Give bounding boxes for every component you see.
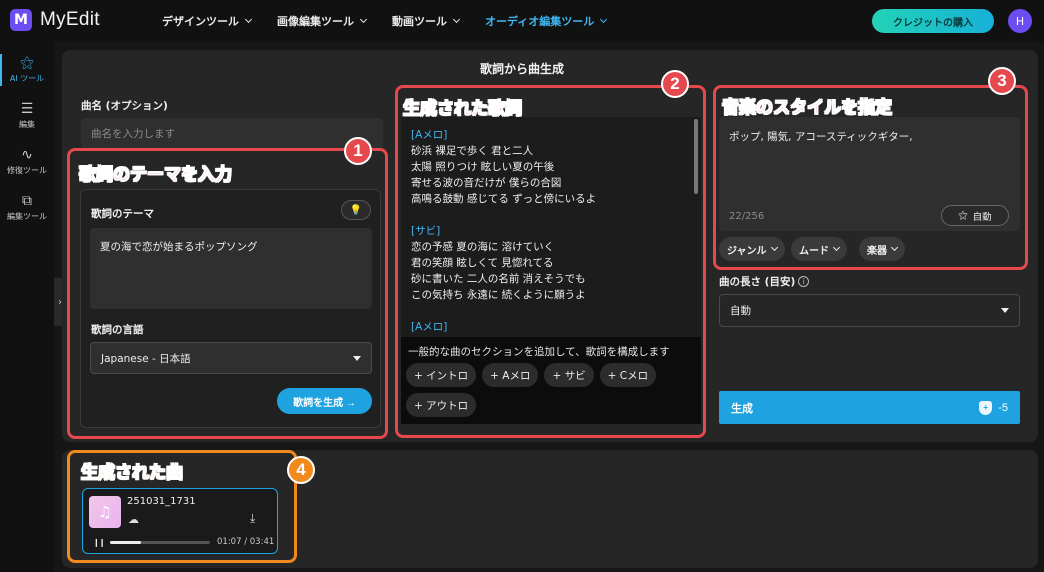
lyrics-theme-label: 歌詞のテーマ [91, 208, 154, 220]
credit-cost: -5 [998, 401, 1008, 414]
add-outro-chip[interactable]: + アウトロ [406, 393, 477, 417]
annotation-badge-2: 2 [661, 70, 689, 98]
add-a-melody-chip[interactable]: + Aメロ [482, 363, 539, 387]
lyrics-language-label: 歌詞の言語 [91, 324, 144, 336]
nav-image-tools[interactable]: 画像編集ツール [277, 13, 368, 29]
playback-progress[interactable] [110, 541, 210, 544]
lightbulb-icon: 💡 [349, 204, 363, 216]
annotation-title-4: 生成された曲 [81, 463, 184, 484]
chevron-down-icon [244, 15, 253, 24]
credit-shield-icon: + [979, 400, 993, 415]
layers-icon: ⧉ [22, 193, 32, 209]
annotation-title-1: 歌詞のテーマを入力 [79, 165, 233, 186]
generated-lyrics-area[interactable]: [Aメロ] 砂浜 裸足で歩く 君と二人 太陽 照りつけ 眩しい夏の午後 寄せる波… [401, 117, 701, 337]
song-title: 251031_1731 [127, 496, 196, 507]
lyrics-section-head: [Aメロ] [411, 129, 448, 141]
top-bar: M MyEdit デザインツール 画像編集ツール 動画ツール オーディオ編集ツー… [0, 0, 1044, 42]
lyrics-line: 太陽 照りつけ 眩しい夏の午後 [411, 161, 555, 173]
download-icon[interactable]: ⤓ [250, 511, 255, 526]
music-style-value: ポップ, 陽気, アコースティックギター, [729, 131, 913, 143]
genre-dropdown[interactable]: ジャンル [719, 237, 785, 261]
add-c-melody-chip[interactable]: + Cメロ [599, 363, 657, 387]
sidebar-item-editing-tools[interactable]: ⧉ 編集ツール [0, 186, 54, 230]
sidebar: ⚝ AI ツール ☰ 編集 ∿ 修復ツール ⧉ 編集ツール [0, 42, 54, 572]
lyrics-language-select[interactable]: Japanese - 日本語 [90, 342, 372, 374]
nav-audio-tools[interactable]: オーディオ編集ツール [485, 13, 608, 29]
playback-progress-fill [110, 541, 141, 544]
sidebar-item-edit[interactable]: ☰ 編集 [0, 94, 54, 138]
annotation-badge-3: 3 [988, 67, 1016, 95]
lyrics-theme-input[interactable]: 夏の海で恋が始まるポップソング [90, 228, 372, 309]
lyrics-section-head: [Aメロ] [411, 321, 448, 333]
section-hint-text: 一般的な曲のセクションを追加して、歌詞を構成します [408, 346, 670, 358]
mood-dropdown[interactable]: ムード [791, 237, 847, 261]
sliders-icon: ☰ [20, 101, 34, 117]
lyrics-line: 君の笑顔 眩しくて 見惚れてる [411, 257, 554, 269]
generate-song-button[interactable]: 生成 + -5 [719, 391, 1020, 424]
song-length-label: 曲の長さ (目安) i [719, 274, 810, 289]
chevron-down-icon [452, 15, 461, 24]
lyrics-scrollbar[interactable] [694, 119, 698, 194]
generate-lyrics-button[interactable]: 歌詞を生成 → [277, 388, 372, 414]
playback-time: 01:07 / 03:41 [217, 537, 275, 547]
chevron-down-icon [770, 243, 778, 252]
music-note-icon: ♫ [89, 496, 121, 528]
magic-wand-icon: ⚝ [958, 210, 968, 221]
logo[interactable]: M MyEdit [10, 9, 100, 31]
song-name-label: 曲名 (オプション) [81, 100, 168, 112]
chevron-down-icon [600, 15, 608, 24]
cloud-save-icon[interactable]: ☁ [128, 513, 139, 526]
annotation-title-3: 音楽のスタイルを指定 [722, 98, 893, 119]
main-nav: デザインツール 画像編集ツール 動画ツール オーディオ編集ツール [162, 13, 608, 29]
annotation-badge-4: 4 [287, 456, 315, 484]
info-icon[interactable]: i [798, 276, 810, 287]
page-title: 歌詞から曲生成 [479, 62, 564, 76]
pause-icon[interactable]: ❙❙ [93, 538, 105, 547]
annotation-badge-1: 1 [344, 137, 372, 165]
chevron-down-icon [832, 243, 841, 252]
character-count: 22/256 [729, 211, 765, 222]
avatar[interactable]: H [1008, 9, 1032, 33]
nav-video-tools[interactable]: 動画ツール [392, 13, 461, 29]
chevron-down-icon [890, 243, 899, 252]
sidebar-item-repair-tools[interactable]: ∿ 修復ツール [0, 140, 54, 184]
add-chorus-chip[interactable]: + サビ [544, 363, 594, 387]
instrument-dropdown[interactable]: 楽器 [859, 237, 905, 261]
app-name: MyEdit [40, 9, 100, 30]
add-intro-chip[interactable]: + イントロ [406, 363, 477, 387]
dropdown-caret-icon [353, 355, 361, 361]
annotation-title-2: 生成された歌詞 [403, 99, 523, 120]
nav-design-tools[interactable]: デザインツール [162, 13, 253, 29]
lyrics-line: 砂に書いた 二人の名前 消えそうでも [411, 273, 586, 285]
lyrics-line: 高鳴る鼓動 感じてる ずっと傍にいるよ [411, 193, 597, 205]
dropdown-caret-icon [1001, 308, 1009, 313]
auto-style-button[interactable]: ⚝ 自動 [941, 205, 1009, 226]
song-length-select[interactable]: 自動 [719, 294, 1020, 327]
lyrics-line: この気持ち 永遠に 続くように願うよ [411, 289, 586, 301]
song-name-input[interactable]: 曲名を入力します [81, 118, 383, 148]
lyrics-line: 砂浜 裸足で歩く 君と二人 [411, 145, 534, 157]
lyrics-section-head: [サビ] [411, 225, 441, 237]
logo-mark-icon: M [10, 9, 32, 31]
lyrics-line: 寄せる波の音だけが 僕らの合図 [411, 177, 562, 189]
waveform-icon: ∿ [21, 147, 33, 163]
chevron-down-icon [359, 15, 368, 24]
section-chips: + イントロ + Aメロ + サビ + Cメロ + アウトロ [406, 363, 696, 417]
lyrics-line: 恋の予感 夏の海に 溶けていく [411, 241, 555, 253]
buy-credits-button[interactable]: クレジットの購入 [872, 9, 994, 33]
idea-bulb-button[interactable]: 💡 [341, 200, 371, 220]
